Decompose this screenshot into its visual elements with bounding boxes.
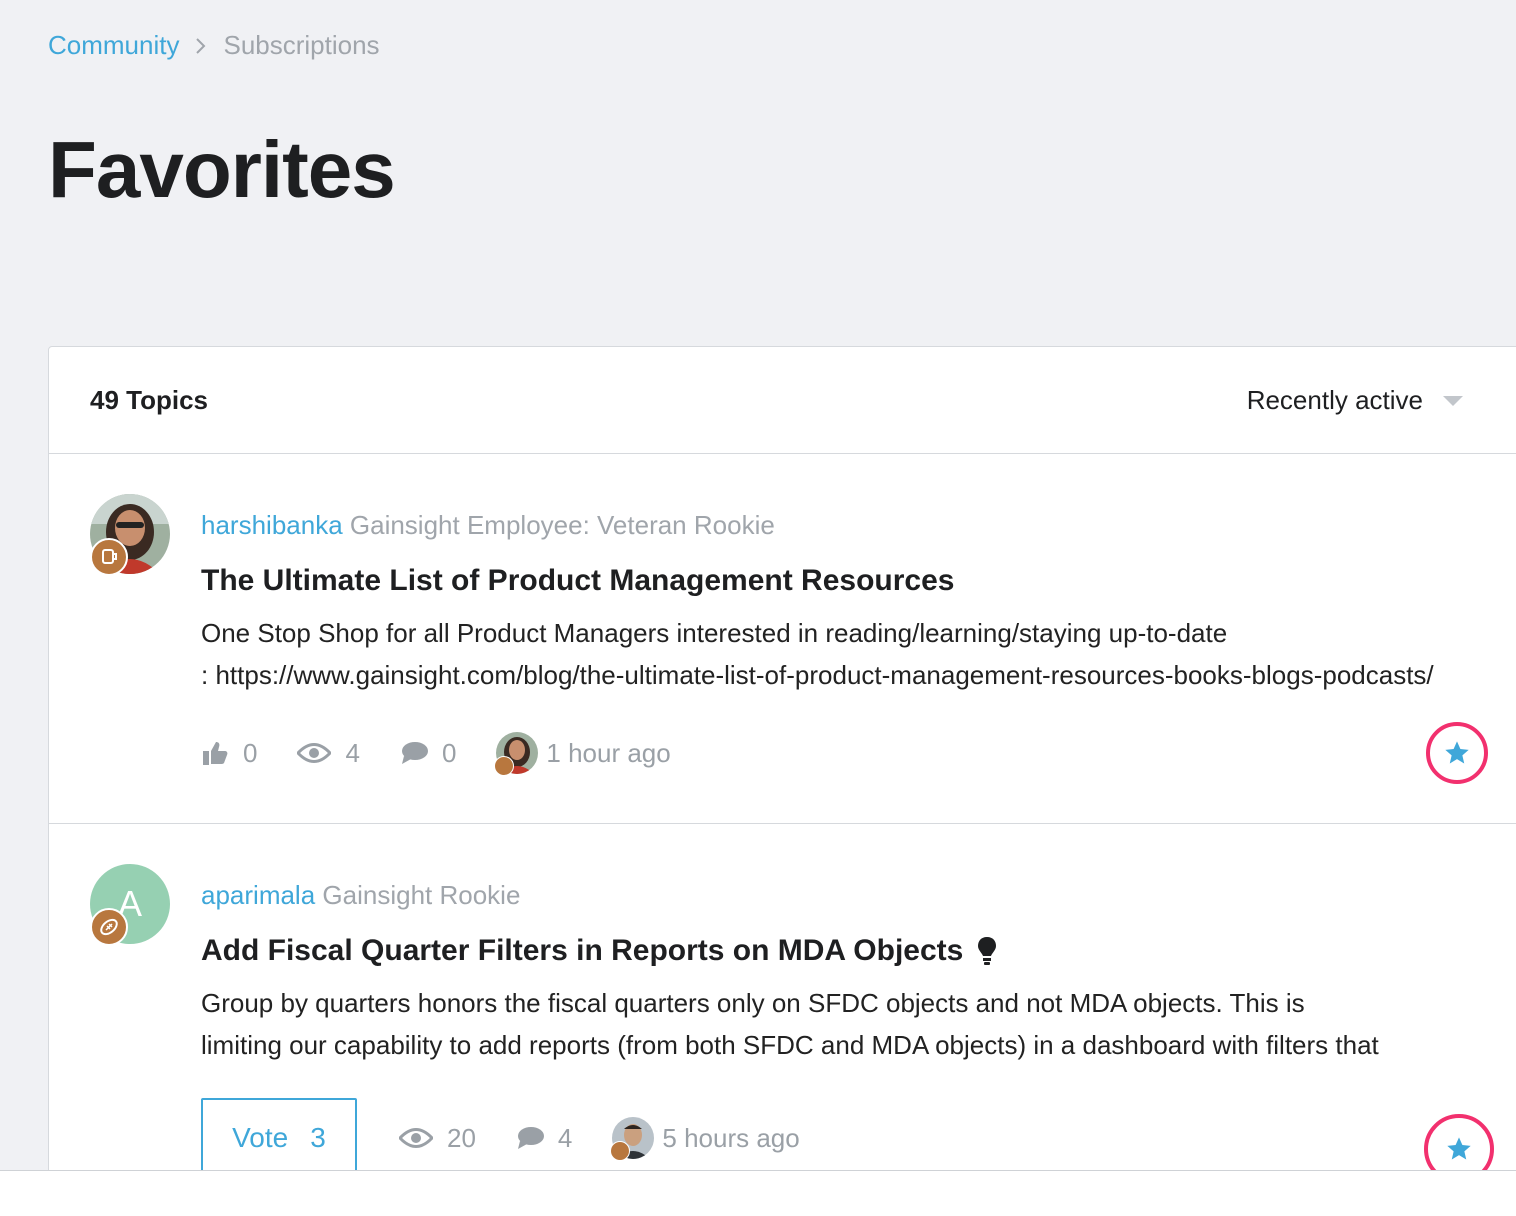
vote-button[interactable]: Vote 3 [201, 1098, 357, 1170]
replies-stat: 4 [516, 1123, 572, 1154]
sort-selected-label: Recently active [1246, 385, 1423, 415]
page-background: Community Subscriptions Favorites 49 Top… [0, 0, 1516, 1171]
author-rank: Gainsight Employee: Veteran Rookie [349, 510, 775, 540]
topic-stats: Vote 3 20 4 5 hours ago [201, 1098, 840, 1170]
last-activity-time: 1 hour ago [546, 737, 671, 768]
topic-item: A aparimala Gainsight Rookie Add Fiscal … [49, 824, 1516, 1170]
like-button[interactable]: 0 [201, 738, 257, 769]
excerpt-line: : https://www.gainsight.com/blog/the-ult… [201, 660, 1434, 690]
star-icon [1445, 741, 1469, 764]
avatar[interactable]: A [90, 864, 170, 946]
reply-count: 4 [557, 1122, 573, 1153]
excerpt-line: One Stop Shop for all Product Managers i… [201, 618, 1228, 648]
vote-count: 3 [310, 1122, 326, 1153]
favorite-star-button[interactable] [1426, 722, 1488, 784]
author-link[interactable]: harshibanka [201, 510, 343, 540]
author-line: harshibanka Gainsight Employee: Veteran … [201, 510, 775, 541]
view-count: 20 [447, 1122, 476, 1153]
chevron-right-icon [195, 37, 207, 55]
topic-excerpt: One Stop Shop for all Product Managers i… [201, 612, 1475, 696]
author-rank: Gainsight Rookie [322, 880, 521, 910]
topic-item: harshibanka Gainsight Employee: Veteran … [49, 454, 1516, 824]
breadcrumb-community-link[interactable]: Community [48, 30, 179, 61]
avatar[interactable] [90, 494, 170, 576]
like-count: 0 [243, 737, 258, 768]
topic-title-link[interactable]: Add Fiscal Quarter Filters in Reports on… [201, 934, 997, 968]
excerpt-line: Group by quarters honors the fiscal quar… [201, 988, 1305, 1018]
caret-down-icon [1443, 395, 1463, 406]
last-activity: 1 hour ago [494, 732, 671, 776]
football-icon [90, 908, 128, 946]
excerpt-line: limiting our capability to add reports (… [201, 1030, 1379, 1060]
thumbs-up-icon [203, 742, 228, 765]
sort-dropdown[interactable]: Recently active [1247, 385, 1463, 416]
breadcrumb-current: Subscriptions [223, 30, 380, 60]
vote-label: Vote [232, 1122, 289, 1153]
comment-icon [517, 1127, 544, 1149]
last-activity: 5 hours ago [610, 1117, 800, 1161]
topic-title-link[interactable]: The Ultimate List of Product Management … [201, 564, 954, 598]
last-poster-avatar[interactable] [610, 1117, 655, 1161]
last-poster-avatar[interactable] [494, 732, 539, 776]
reply-count: 0 [441, 737, 457, 768]
author-line: aparimala Gainsight Rookie [201, 880, 520, 911]
topic-list-header: 49 Topics Recently active [49, 347, 1516, 454]
favorite-star-button[interactable] [1424, 1114, 1494, 1170]
topic-count: 49 Topics [90, 385, 209, 415]
topic-title-text: Add Fiscal Quarter Filters in Reports on… [201, 934, 964, 967]
topic-stats: 0 4 0 1 hour ago [201, 732, 711, 776]
last-activity-time: 5 hours ago [662, 1122, 800, 1153]
comment-icon [401, 742, 428, 764]
star-icon [1447, 1137, 1471, 1160]
view-count: 4 [345, 737, 360, 768]
replies-stat: 0 [400, 738, 456, 769]
eye-icon [297, 743, 332, 763]
author-link[interactable]: aparimala [201, 880, 315, 910]
breadcrumb: Community Subscriptions [48, 30, 380, 61]
topic-list-card: 49 Topics Recently active harshibanka Ga… [48, 346, 1516, 1170]
views-stat: 4 [297, 737, 360, 769]
topic-title-text: The Ultimate List of Product Management … [201, 564, 955, 597]
topic-excerpt: Group by quarters honors the fiscal quar… [201, 982, 1475, 1066]
page-title: Favorites [48, 125, 396, 214]
rank-badge-icon [90, 538, 128, 576]
lightbulb-icon [977, 936, 997, 966]
eye-icon [399, 1128, 433, 1148]
views-stat: 20 [399, 1123, 476, 1154]
